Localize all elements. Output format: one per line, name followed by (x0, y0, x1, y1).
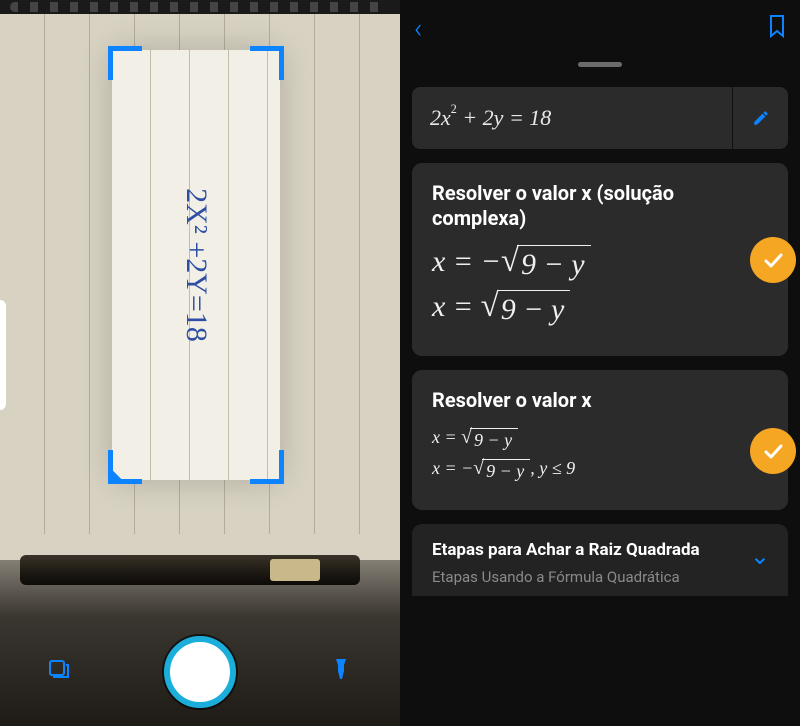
steps-subtitle: Etapas Usando a Fórmula Quadrática (432, 568, 768, 586)
back-button[interactable]: ‹ (414, 12, 422, 45)
handwritten-equation: 2X² +2Y=18 (0, 181, 400, 349)
solution-line: x = √9 − y (432, 427, 768, 452)
crop-handle-bottom-left[interactable] (108, 450, 142, 484)
crop-handle-top-left[interactable] (108, 46, 142, 80)
solution-line: x = √9 − y (432, 290, 768, 329)
crop-handle-top-right[interactable] (250, 46, 284, 80)
chevron-down-icon: ⌄ (750, 542, 770, 570)
solver-panel: ‹ 2x2 + 2y = 18 Resolver o valor x (solu… (400, 0, 800, 726)
solution-card-real[interactable]: Resolver o valor x x = √9 − y x = −√9 − … (412, 370, 788, 510)
notebook-spiral (0, 0, 400, 14)
solution-steps-card[interactable]: Etapas para Achar a Raiz Quadrada Etapas… (412, 524, 788, 596)
bookmark-icon[interactable] (768, 14, 786, 42)
pen-object (20, 555, 360, 585)
crop-handle-bottom-right[interactable] (250, 450, 284, 484)
check-badge-icon (750, 428, 796, 474)
edit-equation-button[interactable] (732, 87, 788, 149)
check-badge-icon (750, 237, 796, 283)
card-title: Resolver o valor x (solução complexa) (432, 181, 768, 231)
camera-controls (0, 636, 400, 708)
flashlight-icon[interactable] (329, 657, 353, 687)
equation-box: 2x2 + 2y = 18 (412, 87, 788, 149)
gallery-icon[interactable] (47, 657, 71, 687)
solution-line: x = −√9 − y, y ≤ 9 (432, 458, 768, 483)
solver-content: 2x2 + 2y = 18 Resolver o valor x (soluçã… (400, 87, 800, 596)
camera-viewport: 2X² +2Y=18 (0, 0, 400, 726)
solver-header: ‹ (400, 0, 800, 56)
sheet-drag-handle[interactable] (578, 62, 622, 67)
shutter-button[interactable] (164, 636, 236, 708)
steps-title: Etapas para Achar a Raiz Quadrada (432, 540, 768, 560)
crop-frame[interactable]: 2X² +2Y=18 (112, 50, 280, 480)
card-title: Resolver o valor x (432, 388, 768, 413)
solution-card-complex[interactable]: Resolver o valor x (solução complexa) x … (412, 163, 788, 356)
equation-display: 2x2 + 2y = 18 (412, 87, 732, 149)
solution-line: x = −√9 − y (432, 245, 768, 284)
